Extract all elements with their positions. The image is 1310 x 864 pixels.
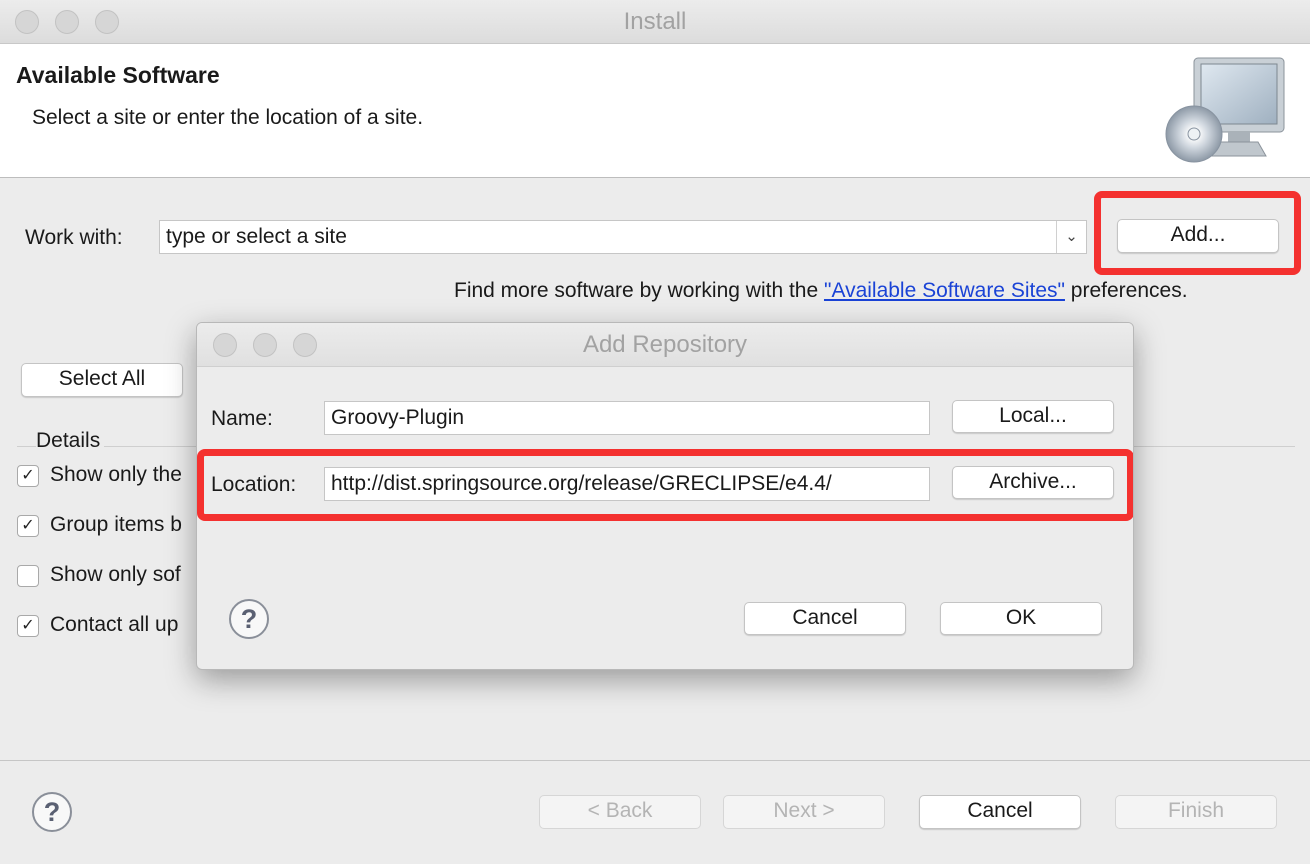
back-button[interactable]: < Back (539, 795, 701, 829)
footer-divider (0, 760, 1310, 761)
find-more-text: Find more software by working with the "… (454, 279, 1188, 303)
group-items-label: Group items b (50, 513, 182, 536)
highlight-add-button (1094, 191, 1301, 275)
local-button[interactable]: Local... (952, 400, 1114, 433)
dialog-title: Add Repository (582, 331, 748, 358)
select-all-button[interactable]: Select All (21, 363, 183, 397)
work-with-input[interactable]: type or select a site (166, 225, 347, 248)
page-subtitle: Select a site or enter the location of a… (32, 106, 424, 129)
wizard-banner: Available Software Select a site or ente… (0, 44, 1310, 178)
dialog-help-icon[interactable]: ? (229, 599, 269, 639)
details-legend: Details (36, 429, 105, 453)
name-field[interactable]: Groovy-Plugin (324, 401, 930, 435)
highlight-location-row (197, 449, 1133, 521)
find-more-suffix: preferences. (1064, 279, 1188, 302)
show-applicable-checkbox[interactable] (17, 565, 39, 587)
show-applicable-label: Show only sof (50, 563, 181, 586)
page-title: Available Software (16, 62, 220, 88)
contact-all-sites-checkbox[interactable]: ✓ (17, 615, 39, 637)
window-titlebar: Install (0, 0, 1310, 44)
dialog-ok-button[interactable]: OK (940, 602, 1102, 635)
work-with-combo[interactable]: type or select a site ⌄ (159, 220, 1087, 254)
dialog-titlebar: Add Repository (197, 323, 1133, 367)
window-title: Install (623, 8, 687, 35)
finish-button[interactable]: Finish (1115, 795, 1277, 829)
install-software-monitor-cd-icon (1160, 52, 1300, 172)
chevron-down-icon[interactable]: ⌄ (1056, 221, 1086, 253)
contact-all-sites-label: Contact all up (50, 613, 179, 636)
find-more-prefix: Find more software by working with the (454, 279, 824, 302)
name-label: Name: (211, 407, 273, 430)
group-items-checkbox[interactable]: ✓ (17, 515, 39, 537)
next-button[interactable]: Next > (723, 795, 885, 829)
available-software-sites-link[interactable]: "Available Software Sites" (824, 279, 1065, 302)
show-latest-checkbox[interactable]: ✓ (17, 465, 39, 487)
cancel-button[interactable]: Cancel (919, 795, 1081, 829)
work-with-label: Work with: (25, 226, 123, 249)
show-latest-label: Show only the (50, 463, 182, 486)
dialog-cancel-button[interactable]: Cancel (744, 602, 906, 635)
add-repository-dialog: Add Repository Name: Groovy-Plugin Local… (196, 322, 1134, 670)
help-icon[interactable]: ? (32, 792, 72, 832)
